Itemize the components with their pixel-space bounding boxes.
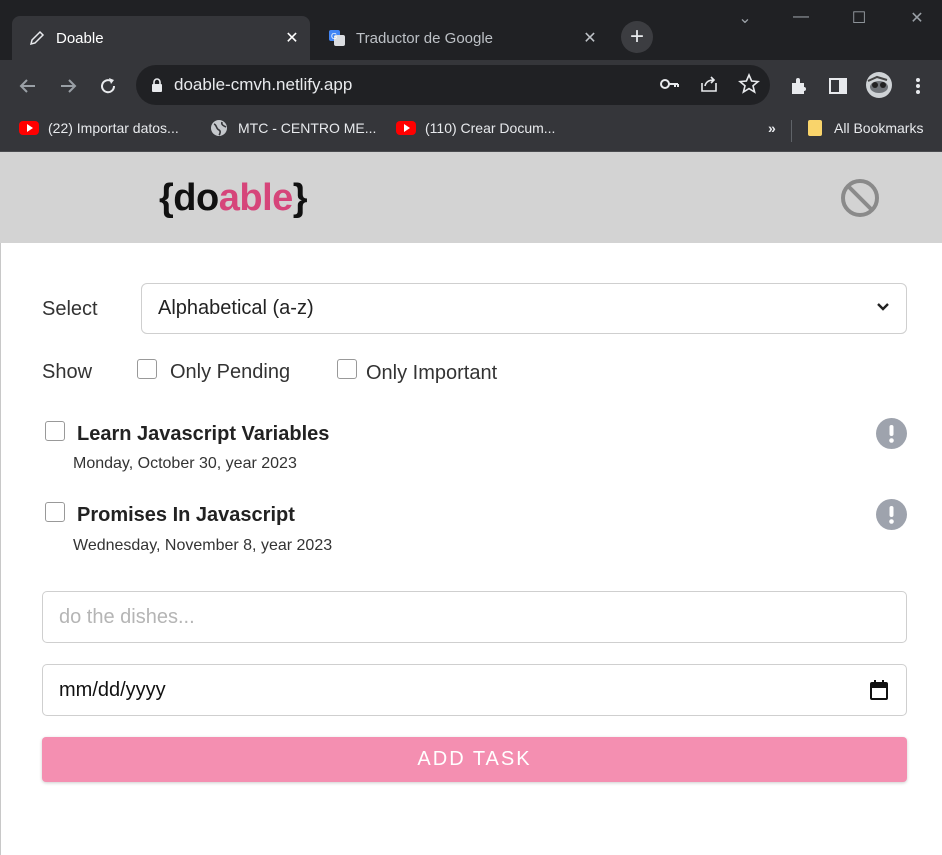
bookmark-label: MTC - CENTRO ME...	[238, 120, 377, 136]
task-title: Learn Javascript Variables	[77, 423, 330, 445]
google-translate-icon: G	[328, 29, 346, 47]
folder-icon	[805, 120, 825, 136]
tab-title: Doable	[56, 29, 104, 47]
reload-icon[interactable]	[96, 74, 120, 98]
share-icon[interactable]	[698, 73, 720, 100]
url-text: doable-cmvh.netlify.app	[174, 75, 353, 94]
only-pending-checkbox[interactable]	[137, 359, 157, 379]
exclamation-icon[interactable]	[876, 418, 907, 449]
logo-text-close: }	[292, 177, 308, 219]
key-icon[interactable]	[658, 73, 680, 100]
menu-kebab-icon[interactable]	[906, 74, 930, 98]
task-date-input[interactable]: mm/dd/yyyy	[42, 664, 907, 716]
browser-tab-bar: Doable ✕ G Traductor de Google ✕ + ⌄ — ☐…	[0, 0, 942, 60]
extensions-icon[interactable]	[787, 74, 811, 98]
bookmarks-bar: (22) Importar datos... MTC - CENTRO ME..…	[0, 112, 942, 152]
maximize-icon[interactable]: ☐	[844, 8, 874, 28]
add-task-button[interactable]: ADD TASK	[42, 737, 907, 782]
tab-doable[interactable]: Doable ✕	[12, 16, 310, 60]
doable-logo[interactable]: {doable}	[159, 177, 308, 220]
select-label: Select	[42, 298, 98, 320]
back-arrow-icon[interactable]	[16, 74, 40, 98]
forward-arrow-icon[interactable]	[56, 74, 80, 98]
youtube-icon	[396, 120, 416, 136]
sort-select[interactable]: Alphabetical (a-z)	[141, 283, 907, 334]
logo-accent-text: able	[218, 177, 294, 219]
task-input-placeholder: do the dishes...	[59, 605, 195, 628]
task-title: Promises In Javascript	[77, 504, 295, 526]
only-important-checkbox[interactable]	[337, 359, 357, 379]
all-bookmarks-button[interactable]: All Bookmarks	[805, 120, 923, 136]
task-date: Wednesday, November 8, year 2023	[73, 537, 333, 554]
chevron-down-icon	[874, 298, 892, 322]
youtube-icon	[19, 120, 39, 136]
browser-toolbar: doable-cmvh.netlify.app	[0, 60, 942, 112]
logo-text: {do	[159, 177, 219, 219]
tab-title: Traductor de Google	[356, 29, 494, 47]
task-done-checkbox[interactable]	[45, 421, 65, 441]
svg-text:G: G	[331, 32, 337, 41]
calendar-icon[interactable]	[870, 680, 888, 700]
close-tab-icon[interactable]: ✕	[578, 26, 602, 50]
bookmarks-overflow-button[interactable]: »	[768, 120, 776, 136]
close-tab-icon[interactable]: ✕	[280, 26, 304, 50]
task-date: Monday, October 30, year 2023	[73, 455, 297, 472]
bookmark-item[interactable]: (110) Crear Docum...	[396, 120, 555, 136]
profile-avatar[interactable]	[864, 70, 894, 100]
pencil-icon	[28, 29, 46, 47]
exclamation-icon[interactable]	[876, 499, 907, 530]
bookmark-item[interactable]: (22) Importar datos...	[19, 120, 179, 136]
only-pending-label[interactable]: Only Pending	[170, 361, 290, 384]
app-header: {doable}	[0, 152, 942, 243]
address-bar[interactable]: doable-cmvh.netlify.app	[136, 65, 770, 105]
lock-icon[interactable]	[150, 77, 164, 93]
close-window-icon[interactable]: ✕	[902, 8, 932, 28]
main-content: Select Alphabetical (a-z) Show Only Pend…	[0, 243, 942, 855]
tab-search-icon[interactable]: ⌄	[730, 8, 760, 28]
bookmark-label: (22) Importar datos...	[48, 120, 179, 136]
sort-select-value: Alphabetical (a-z)	[158, 297, 314, 319]
bookmarks-divider	[791, 120, 792, 142]
side-panel-icon[interactable]	[826, 74, 850, 98]
task-text-input[interactable]: do the dishes...	[42, 591, 907, 643]
task-done-checkbox[interactable]	[45, 502, 65, 522]
star-icon[interactable]	[738, 72, 760, 100]
all-bookmarks-label: All Bookmarks	[834, 120, 924, 136]
tab-google-translate[interactable]: G Traductor de Google ✕	[312, 16, 608, 60]
bookmark-label: (110) Crear Docum...	[425, 120, 556, 136]
only-important-label[interactable]: Only Important	[366, 362, 497, 385]
date-input-placeholder: mm/dd/yyyy	[59, 678, 166, 701]
globe-icon	[209, 120, 229, 136]
prohibited-icon[interactable]	[840, 178, 880, 218]
new-tab-button[interactable]: +	[621, 21, 653, 53]
bookmark-item[interactable]: MTC - CENTRO ME...	[209, 120, 376, 136]
show-label: Show	[42, 361, 93, 383]
minimize-icon[interactable]: —	[786, 8, 816, 26]
